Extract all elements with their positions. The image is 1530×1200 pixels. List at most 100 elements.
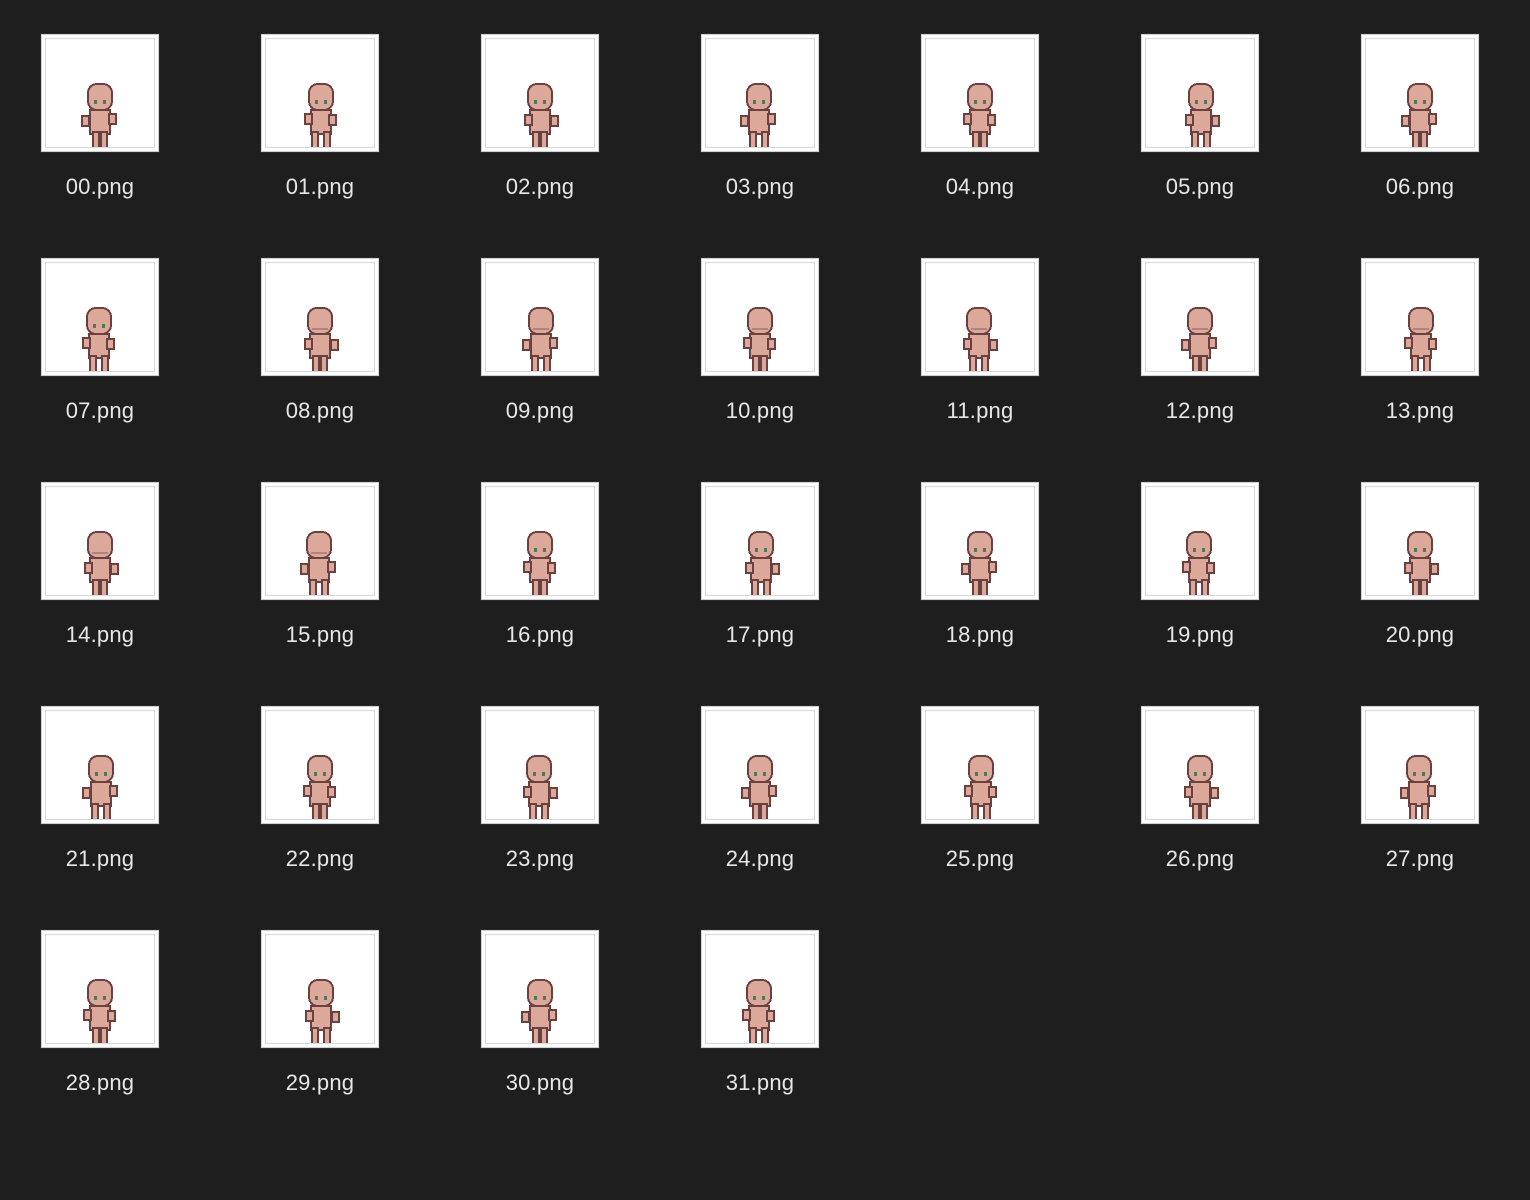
file-item[interactable]: 07.png <box>0 226 200 426</box>
file-thumbnail[interactable] <box>41 258 159 376</box>
file-thumbnail[interactable] <box>701 706 819 824</box>
file-item[interactable]: 10.png <box>660 226 860 426</box>
file-thumbnail[interactable] <box>1361 34 1479 152</box>
file-name-label: 20.png <box>1385 622 1455 647</box>
file-thumbnail[interactable] <box>481 258 599 376</box>
file-thumbnail[interactable] <box>481 34 599 152</box>
file-thumbnail[interactable] <box>261 258 379 376</box>
file-item[interactable]: 13.png <box>1320 226 1520 426</box>
file-thumbnail[interactable] <box>261 706 379 824</box>
file-item[interactable]: 17.png <box>660 450 860 650</box>
file-item[interactable]: 02.png <box>440 2 640 202</box>
file-thumbnail[interactable] <box>481 930 599 1048</box>
file-thumbnail[interactable] <box>1141 258 1259 376</box>
thumbnail-frame <box>925 710 1035 820</box>
file-item[interactable]: 30.png <box>440 898 640 1098</box>
file-name-label: 24.png <box>725 846 795 871</box>
file-item[interactable]: 04.png <box>880 2 1080 202</box>
file-item[interactable]: 18.png <box>880 450 1080 650</box>
file-item[interactable]: 06.png <box>1320 2 1520 202</box>
pixel-character-sprite-icon <box>1176 294 1224 371</box>
file-thumbnail[interactable] <box>41 930 159 1048</box>
file-thumbnail[interactable] <box>1141 706 1259 824</box>
thumbnail-frame <box>1145 486 1255 596</box>
thumbnail-frame <box>925 38 1035 148</box>
file-item[interactable]: 15.png <box>220 450 420 650</box>
file-thumbnail[interactable] <box>261 482 379 600</box>
thumbnail-frame <box>265 262 375 372</box>
file-item[interactable]: 25.png <box>880 674 1080 874</box>
file-thumbnail[interactable] <box>1361 258 1479 376</box>
thumbnail-frame <box>1145 262 1255 372</box>
file-item[interactable]: 05.png <box>1100 2 1300 202</box>
file-thumbnail[interactable] <box>261 34 379 152</box>
file-item[interactable]: 26.png <box>1100 674 1300 874</box>
thumbnail-frame <box>265 486 375 596</box>
file-name-label: 04.png <box>945 174 1015 199</box>
file-name-label: 12.png <box>1165 398 1235 423</box>
thumbnail-frame <box>1145 710 1255 820</box>
file-item[interactable]: 23.png <box>440 674 640 874</box>
file-thumbnail[interactable] <box>701 34 819 152</box>
file-thumbnail[interactable] <box>261 930 379 1048</box>
file-item[interactable]: 12.png <box>1100 226 1300 426</box>
file-thumbnail[interactable] <box>1361 706 1479 824</box>
file-thumbnail[interactable] <box>481 706 599 824</box>
pixel-character-sprite-icon <box>1176 742 1224 819</box>
file-item[interactable]: 08.png <box>220 226 420 426</box>
file-item[interactable]: 20.png <box>1320 450 1520 650</box>
file-item[interactable]: 27.png <box>1320 674 1520 874</box>
pixel-character-sprite-icon <box>76 70 124 147</box>
file-item[interactable]: 11.png <box>880 226 1080 426</box>
file-item[interactable]: 03.png <box>660 2 860 202</box>
file-name-label: 01.png <box>285 174 355 199</box>
file-thumbnail[interactable] <box>921 482 1039 600</box>
pixel-character-sprite-icon <box>956 294 1004 371</box>
file-thumbnail[interactable] <box>701 482 819 600</box>
file-name-label: 27.png <box>1385 846 1455 871</box>
thumbnail-frame <box>485 710 595 820</box>
file-item[interactable]: 09.png <box>440 226 640 426</box>
pixel-character-sprite-icon <box>76 742 124 819</box>
file-item[interactable]: 22.png <box>220 674 420 874</box>
file-item[interactable]: 31.png <box>660 898 860 1098</box>
file-thumbnail[interactable] <box>701 258 819 376</box>
file-name-label: 13.png <box>1385 398 1455 423</box>
file-item[interactable]: 14.png <box>0 450 200 650</box>
thumbnail-frame <box>265 710 375 820</box>
file-item[interactable]: 00.png <box>0 2 200 202</box>
pixel-character-sprite-icon <box>296 518 344 595</box>
file-item[interactable]: 29.png <box>220 898 420 1098</box>
pixel-character-sprite-icon <box>296 70 344 147</box>
file-name-label: 19.png <box>1165 622 1235 647</box>
file-thumbnail[interactable] <box>1141 482 1259 600</box>
file-thumbnail[interactable] <box>921 34 1039 152</box>
pixel-character-sprite-icon <box>296 742 344 819</box>
thumbnail-frame <box>45 710 155 820</box>
pixel-character-sprite-icon <box>1396 518 1444 595</box>
file-thumbnail[interactable] <box>1361 482 1479 600</box>
thumbnail-frame <box>45 934 155 1044</box>
file-thumbnail[interactable] <box>921 258 1039 376</box>
thumbnail-frame <box>485 262 595 372</box>
file-thumbnail[interactable] <box>1141 34 1259 152</box>
pixel-character-sprite-icon <box>296 294 344 371</box>
pixel-character-sprite-icon <box>956 70 1004 147</box>
file-thumbnail[interactable] <box>41 482 159 600</box>
file-thumbnail[interactable] <box>701 930 819 1048</box>
file-item[interactable]: 28.png <box>0 898 200 1098</box>
file-thumbnail[interactable] <box>921 706 1039 824</box>
file-item[interactable]: 24.png <box>660 674 860 874</box>
file-name-label: 11.png <box>946 398 1014 423</box>
pixel-character-sprite-icon <box>1396 294 1444 371</box>
thumbnail-frame <box>1365 38 1475 148</box>
pixel-character-sprite-icon <box>1396 742 1444 819</box>
file-item[interactable]: 01.png <box>220 2 420 202</box>
file-thumbnail[interactable] <box>41 706 159 824</box>
pixel-character-sprite-icon <box>516 518 564 595</box>
file-item[interactable]: 21.png <box>0 674 200 874</box>
file-thumbnail[interactable] <box>41 34 159 152</box>
file-item[interactable]: 19.png <box>1100 450 1300 650</box>
file-thumbnail[interactable] <box>481 482 599 600</box>
file-item[interactable]: 16.png <box>440 450 640 650</box>
